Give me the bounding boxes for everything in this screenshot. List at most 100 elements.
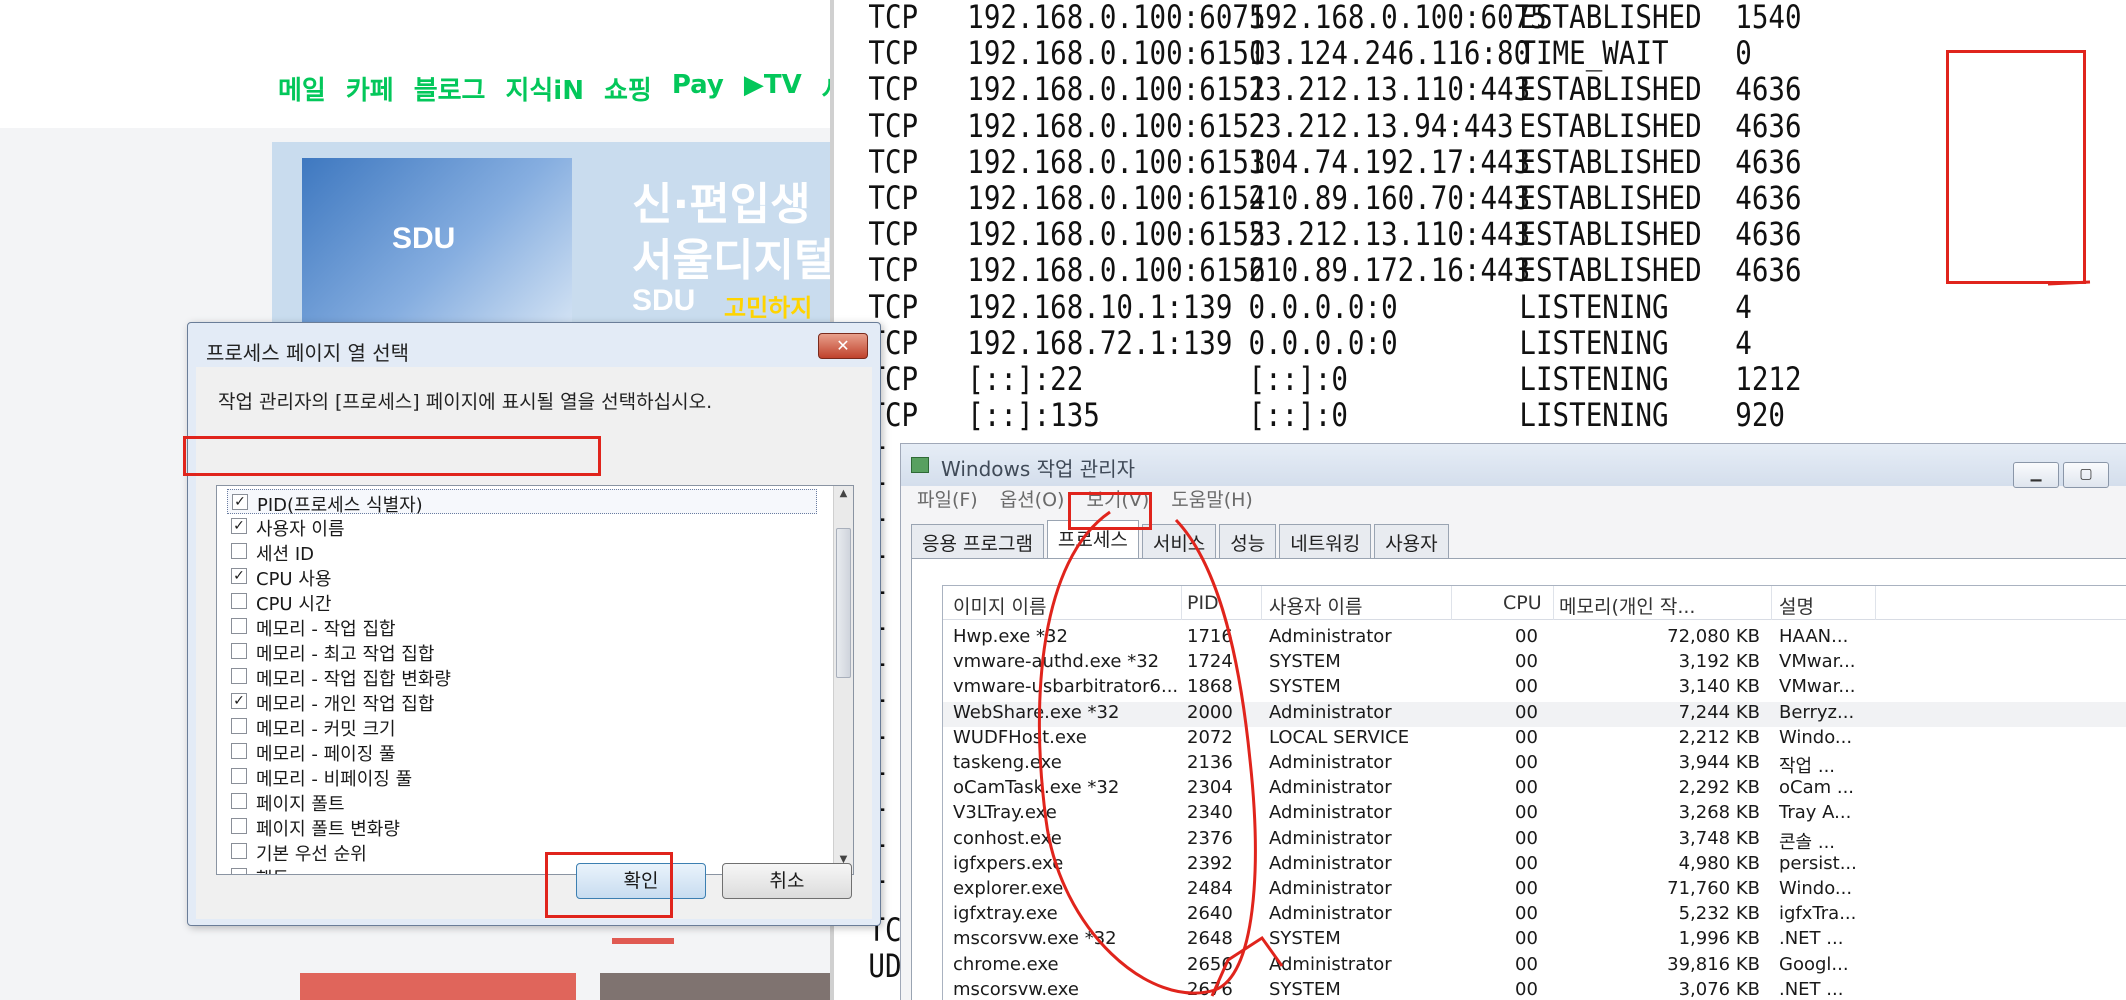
- process-row[interactable]: WebShare.exe *32 2000 Administrator 00 7,244…: [943, 701, 2126, 727]
- checkbox-unchecked-icon[interactable]: [231, 768, 247, 784]
- netstat-proto: TCP: [868, 287, 919, 326]
- scroll-thumb[interactable]: [836, 528, 851, 678]
- tab-users[interactable]: 사용자: [1374, 524, 1449, 558]
- nav-blog[interactable]: 블로그: [414, 70, 486, 107]
- process-user: Administrator: [1269, 903, 1392, 925]
- checkbox-unchecked-icon[interactable]: [231, 618, 247, 634]
- checklist-scrollbar[interactable]: ▲ ▼: [833, 486, 853, 874]
- process-desc: VMwar...: [1779, 676, 1856, 698]
- process-user: SYSTEM: [1269, 978, 1341, 1000]
- process-row[interactable]: oCamTask.exe *32 2304 Administrator 00 2,292…: [943, 777, 2126, 802]
- process-row[interactable]: vmware-usbarbitrator6... 1868 SYSTEM 00 3,14…: [943, 676, 2126, 701]
- column-header-image-name[interactable]: 이미지 이름: [953, 592, 1046, 619]
- tab-services[interactable]: 서비스: [1141, 524, 1217, 558]
- tab-applications[interactable]: 응용 프로그램: [911, 524, 1044, 558]
- netstat-proto: TCP: [868, 34, 919, 73]
- checkbox-unchecked-icon[interactable]: [231, 543, 247, 559]
- process-list[interactable]: 이미지 이름 PID 사용자 이름 CPU 메모리(개인 작... 설명 Hwp…: [942, 585, 2126, 1000]
- netstat-local: 192.168.10.1:139: [967, 287, 1233, 326]
- tab-performance[interactable]: 성능: [1219, 524, 1277, 558]
- process-row[interactable]: V3LTray.exe 2340 Administrator 00 3,268 KB Tr…: [943, 802, 2126, 827]
- netstat-pid: 4636: [1735, 70, 1802, 109]
- checkbox-unchecked-icon[interactable]: [231, 743, 247, 759]
- process-list-header: 이미지 이름 PID 사용자 이름 CPU 메모리(개인 작... 설명: [943, 586, 2126, 620]
- process-mem: 3,268 KB: [1678, 802, 1760, 824]
- process-user: Administrator: [1269, 752, 1392, 773]
- nav-tv[interactable]: ▶TV: [744, 70, 802, 107]
- process-row[interactable]: igfxtray.exe 2640 Administrator 00 5,232 KB i…: [943, 903, 2126, 928]
- process-row[interactable]: vmware-authd.exe *32 1724 SYSTEM 00 3,192 KB…: [943, 651, 2126, 676]
- menu-options[interactable]: 옵션(O): [1000, 486, 1065, 516]
- process-row[interactable]: WUDFHost.exe 2072 LOCAL SERVICE 00 2,212 KB W…: [943, 727, 2126, 752]
- process-row[interactable]: chrome.exe 2656 Administrator 00 39,816 KB Go…: [943, 954, 2126, 979]
- nav-kin[interactable]: 지식iN: [505, 70, 584, 107]
- ad-banner[interactable]: SDU 신·편입생 ! 서울디지털 SDU 고민하지: [272, 142, 830, 340]
- netstat-local: 192.168.0.100:6152: [967, 106, 1266, 145]
- column-header-user-name[interactable]: 사용자 이름: [1269, 592, 1362, 619]
- minimize-button[interactable]: ▁: [2013, 462, 2059, 488]
- checkbox-checked-icon[interactable]: ✓: [232, 494, 248, 510]
- checkbox-checked-icon[interactable]: ✓: [231, 568, 247, 584]
- scroll-up-icon[interactable]: ▲: [836, 488, 851, 506]
- checkbox-unchecked-icon[interactable]: [231, 643, 247, 659]
- process-mem: 3,748 KB: [1678, 827, 1760, 849]
- maximize-button[interactable]: ▢: [2063, 462, 2109, 488]
- process-row[interactable]: mscorsvw.exe 2676 SYSTEM 00 3,076 KB .NET ...: [943, 979, 2126, 1000]
- menu-help[interactable]: 도움말(H): [1171, 486, 1253, 516]
- checkbox-unchecked-icon[interactable]: [231, 593, 247, 609]
- tab-networking[interactable]: 네트워킹: [1279, 524, 1372, 558]
- process-row[interactable]: explorer.exe 2484 Administrator 00 71,760 KB…: [943, 878, 2126, 903]
- process-desc: Tray A...: [1779, 802, 1852, 824]
- checkbox-unchecked-icon[interactable]: [231, 868, 247, 874]
- task-manager-titlebar[interactable]: Windows 작업 관리자 ▁ ▢: [901, 444, 2126, 488]
- nav-shopping[interactable]: 쇼핑: [604, 70, 652, 107]
- checkbox-unchecked-icon[interactable]: [231, 793, 247, 809]
- column-option[interactable]: ✓ PID(프로세스 식별자): [227, 489, 817, 516]
- nav-pay[interactable]: Pay: [672, 70, 724, 107]
- process-cpu: 00: [1515, 852, 1538, 874]
- column-header-cpu[interactable]: CPU: [1503, 592, 1542, 614]
- menu-file[interactable]: 파일(F): [917, 486, 978, 516]
- checkbox-unchecked-icon[interactable]: [231, 818, 247, 834]
- content-card-thumbnail-2[interactable]: [600, 973, 830, 1000]
- netstat-pid: 4: [1735, 287, 1752, 326]
- netstat-local: 192.168.0.100:6154: [967, 179, 1266, 217]
- checkbox-checked-icon[interactable]: ✓: [231, 693, 247, 709]
- checkbox-checked-icon[interactable]: ✓: [231, 518, 247, 534]
- process-mem: 72,080 KB: [1667, 626, 1760, 647]
- process-row[interactable]: conhost.exe 2376 Administrator 00 3,748 KB 콘솔…: [943, 828, 2126, 853]
- netstat-state: ESTABLISHED: [1519, 0, 1702, 36]
- process-pid: 2376: [1187, 827, 1233, 849]
- column-checklist[interactable]: ✓ PID(프로세스 식별자) ✓ 사용자 이름 세션 ID ✓ CPU 사용 CPU 시간 메…: [216, 485, 854, 875]
- task-manager-title: Windows 작업 관리자: [941, 457, 1135, 481]
- process-desc: oCam ...: [1779, 777, 1855, 799]
- process-mem: 3,140 KB: [1678, 676, 1760, 698]
- process-name: Hwp.exe *32: [953, 626, 1068, 647]
- dialog-close-button[interactable]: ✕: [818, 333, 868, 359]
- nav-more[interactable]: 사: [822, 70, 830, 107]
- column-header-description[interactable]: 설명: [1779, 592, 1814, 619]
- process-name: mscorsvw.exe *32: [953, 928, 1117, 950]
- checkbox-unchecked-icon[interactable]: [231, 843, 247, 859]
- process-row[interactable]: mscorsvw.exe *32 2648 SYSTEM 00 1,996 KB .NET…: [943, 928, 2126, 953]
- ad-logo-2: SDU: [632, 284, 696, 317]
- process-row[interactable]: igfxpers.exe 2392 Administrator 00 4,980 KB p…: [943, 853, 2126, 878]
- nav-mail[interactable]: 메일: [278, 70, 326, 107]
- process-row[interactable]: taskeng.exe 2136 Administrator 00 3,944 KB 작업…: [943, 752, 2126, 777]
- column-header-memory[interactable]: 메모리(개인 작...: [1559, 592, 1695, 619]
- process-row[interactable]: Hwp.exe *32 1716 Administrator 00 72,080 KB H…: [943, 626, 2126, 651]
- process-pid: 2340: [1187, 802, 1233, 824]
- content-card-thumbnail[interactable]: [300, 973, 576, 1000]
- checkbox-unchecked-icon[interactable]: [231, 668, 247, 684]
- netstat-foreign: 23.212.13.94:443: [1248, 106, 1514, 145]
- process-pid: 2000: [1187, 701, 1233, 723]
- nav-cafe[interactable]: 카페: [346, 70, 394, 107]
- checkbox-unchecked-icon[interactable]: [231, 718, 247, 734]
- column-option-label: CPU 시간: [256, 594, 332, 615]
- process-desc: .NET ...: [1779, 978, 1844, 1000]
- process-mem: 3,076 KB: [1678, 978, 1760, 1000]
- cancel-button[interactable]: 취소: [722, 863, 852, 899]
- netstat-local: 192.168.0.100:6151: [967, 70, 1266, 109]
- process-desc: VMwar...: [1779, 651, 1856, 673]
- column-header-pid[interactable]: PID: [1187, 592, 1219, 614]
